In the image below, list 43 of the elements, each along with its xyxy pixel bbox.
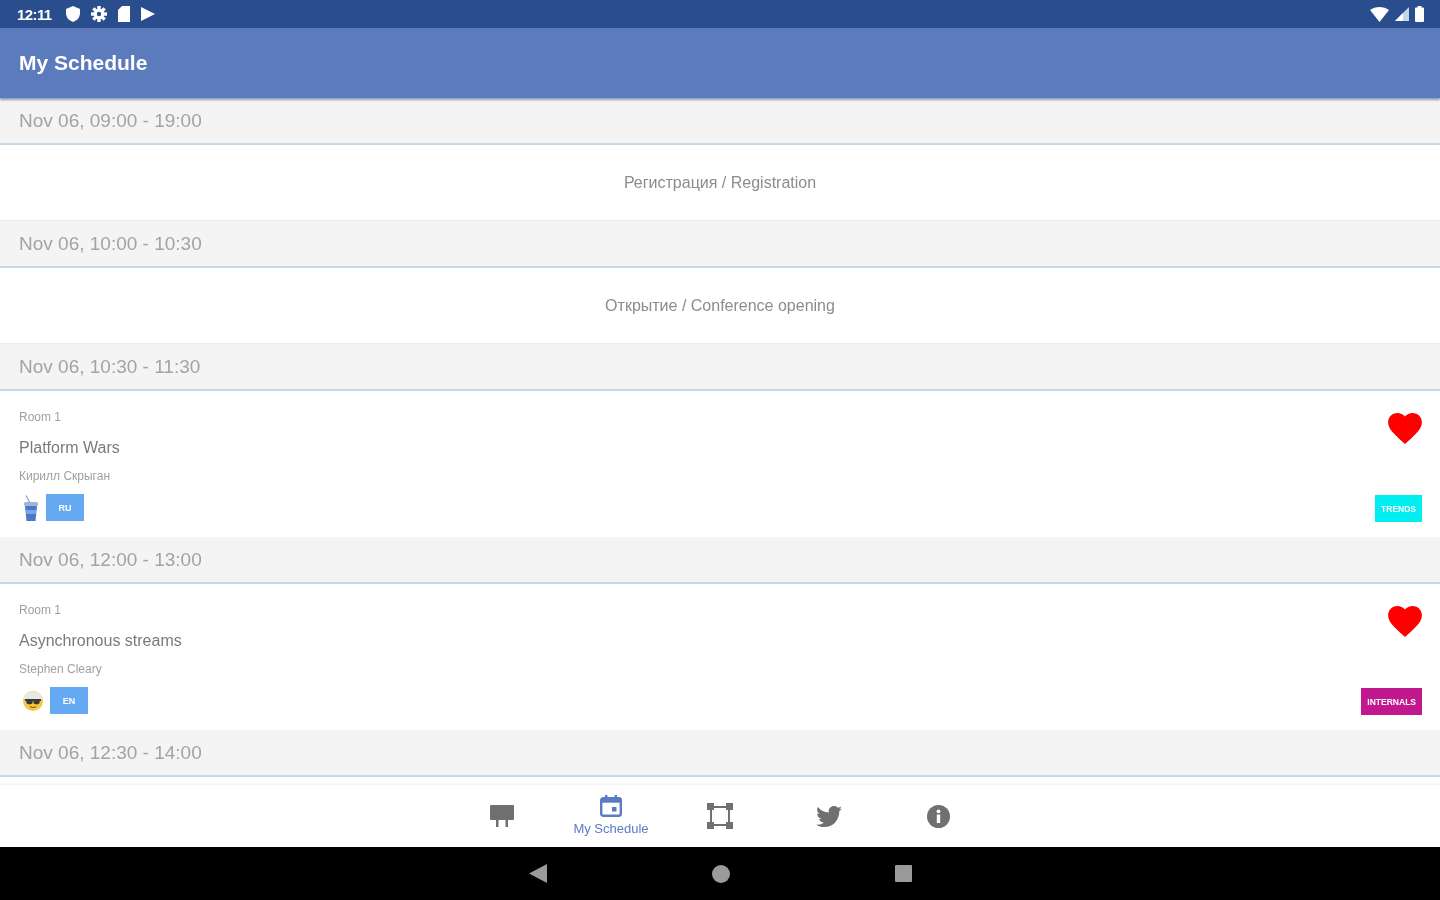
shield-icon — [65, 6, 80, 22]
easel-icon — [490, 805, 514, 827]
time-range: Nov 06, 12:30 - 14:00 — [19, 741, 202, 764]
nav-tab[interactable] — [705, 803, 735, 829]
speaker-name: Stephen Cleary — [19, 661, 102, 677]
signal-icon — [1395, 7, 1409, 21]
nav-tab[interactable] — [924, 804, 952, 828]
room-label: Room 1 — [19, 602, 62, 618]
time-range: Nov 06, 12:00 - 13:00 — [19, 548, 202, 571]
info-icon — [926, 804, 950, 828]
calendar-icon — [600, 795, 622, 817]
time-range: Nov 06, 10:30 - 11:30 — [19, 355, 201, 378]
language-tag: EN — [50, 687, 88, 714]
sunglasses-face-icon — [23, 690, 43, 711]
status-time: 12:11 — [17, 5, 52, 23]
sd-card-icon — [117, 6, 130, 22]
cup-icon — [23, 494, 39, 521]
play-icon — [140, 7, 155, 21]
topic-tag: INTERNALS — [1361, 688, 1422, 715]
wifi-icon — [1370, 6, 1389, 22]
nav-tab[interactable]: My Schedule — [571, 795, 651, 837]
nav-tab[interactable] — [814, 805, 844, 827]
recents-icon[interactable] — [894, 865, 912, 882]
talk-title: Platform Wars — [19, 438, 120, 458]
settings-icon — [90, 6, 107, 22]
room-label: Room 1 — [19, 409, 62, 425]
back-icon[interactable] — [528, 864, 547, 883]
topic-tag: TRENDS — [1375, 495, 1422, 522]
nav-tab[interactable] — [488, 805, 516, 827]
time-range: Nov 06, 09:00 - 19:00 — [19, 109, 202, 132]
battery-icon — [1415, 6, 1424, 22]
language-tag: RU — [46, 494, 84, 521]
talk-title: Asynchronous streams — [19, 631, 182, 651]
speaker-name: Кирилл Скрыган — [19, 468, 111, 484]
event-title: Регистрация / Registration — [623, 173, 817, 192]
square-corners-icon — [707, 803, 733, 829]
heart-icon[interactable] — [1388, 413, 1422, 444]
home-icon[interactable] — [711, 864, 730, 883]
bird-icon — [816, 805, 842, 827]
app-title: My Schedule — [19, 51, 148, 75]
heart-icon[interactable] — [1388, 606, 1422, 637]
time-range: Nov 06, 10:00 - 10:30 — [19, 232, 202, 255]
event-title: Открытие / Conference opening — [605, 296, 835, 315]
